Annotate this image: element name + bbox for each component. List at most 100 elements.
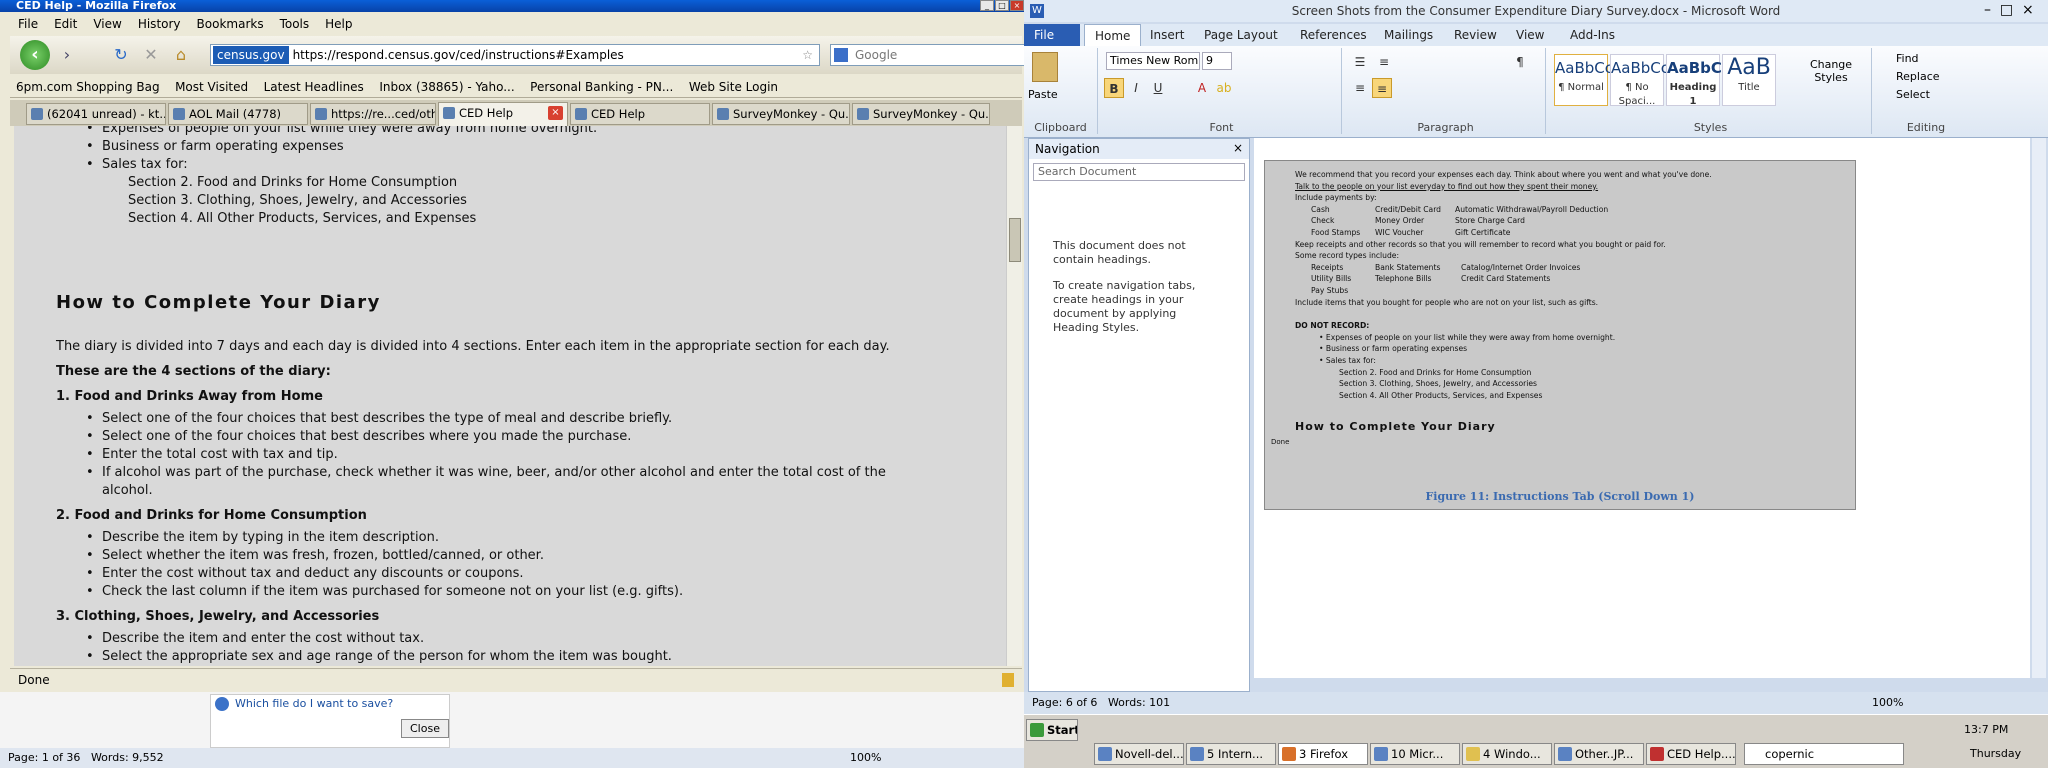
back-icon[interactable]: ‹: [20, 40, 50, 70]
change-styles-button[interactable]: Change Styles: [1796, 58, 1866, 84]
style-no-spacing[interactable]: AaBbCcI ¶ No Spaci...: [1610, 54, 1673, 107]
home-icon[interactable]: ⌂: [170, 44, 192, 66]
underline-icon[interactable]: U: [1148, 78, 1168, 98]
tab-item[interactable]: CED Help: [570, 103, 710, 125]
tab-view[interactable]: View: [1506, 24, 1554, 46]
maximize-button[interactable]: □: [995, 0, 1009, 11]
taskbar-item[interactable]: Novell-del...: [1094, 743, 1184, 765]
taskbar-item[interactable]: 10 Micr...: [1370, 743, 1460, 765]
word-app-icon: W: [1030, 4, 1044, 18]
menu-view[interactable]: View: [85, 14, 129, 34]
help-icon: [215, 697, 229, 711]
tab-item[interactable]: SurveyMonkey - Qu...: [712, 103, 850, 125]
tab-insert[interactable]: Insert: [1140, 24, 1194, 46]
taskbar-item[interactable]: 5 Intern...: [1186, 743, 1276, 765]
word-scrollbar[interactable]: [2032, 138, 2046, 678]
menu-help[interactable]: Help: [317, 14, 360, 34]
help-link[interactable]: Which file do I want to save?: [235, 697, 393, 710]
reload-icon[interactable]: ↻: [110, 44, 132, 66]
style-title[interactable]: AaB Title: [1722, 54, 1776, 106]
minimize-button[interactable]: _: [980, 0, 994, 11]
page-scrollbar[interactable]: [1006, 126, 1022, 666]
menu-edit[interactable]: Edit: [46, 14, 85, 34]
list-item: Select one of the four choices that best…: [14, 410, 984, 428]
align-center-icon[interactable]: ≡: [1372, 78, 1392, 98]
list-item: Enter the total cost with tax and tip.: [14, 446, 984, 464]
word-title: Screen Shots from the Consumer Expenditu…: [1024, 0, 2048, 22]
font-color-icon[interactable]: A: [1192, 78, 1212, 98]
bullets-icon[interactable]: ☰: [1350, 52, 1370, 72]
nav-search-input[interactable]: Search Document: [1033, 163, 1245, 181]
font-name-select[interactable]: Times New Rom: [1106, 52, 1200, 70]
bookmark-item[interactable]: Inbox (38865) - Yaho...: [373, 76, 520, 98]
list-item-cont: alcohol.: [102, 483, 153, 498]
stop-icon[interactable]: ✕: [140, 44, 162, 66]
site-identity[interactable]: census.gov: [213, 46, 289, 64]
tab-item[interactable]: AOL Mail (4778): [168, 103, 308, 125]
bookmark-item[interactable]: 6pm.com Shopping Bag: [10, 76, 166, 98]
menu-tools[interactable]: Tools: [272, 14, 318, 34]
sections-title: These are the 4 sections of the diary:: [56, 364, 331, 379]
bookmark-item[interactable]: Most Visited: [169, 76, 254, 98]
paste-button[interactable]: Paste: [1028, 88, 1058, 101]
firefox-window: CED Help - Mozilla Firefox _ □ × File Edi…: [0, 0, 1026, 768]
taskbar-item[interactable]: Other..JP...: [1554, 743, 1644, 765]
align-left-icon[interactable]: ≡: [1350, 78, 1370, 98]
menu-bookmarks[interactable]: Bookmarks: [189, 14, 272, 34]
tab-strip: (62041 unread) - kt... AOL Mail (4778) h…: [10, 100, 1022, 126]
menu-file[interactable]: File: [10, 14, 46, 34]
highlight-icon[interactable]: ab: [1214, 78, 1234, 98]
close-tab-icon[interactable]: ×: [548, 106, 563, 120]
bold-icon[interactable]: B: [1104, 78, 1124, 98]
numbering-icon[interactable]: ≡: [1374, 52, 1394, 72]
style-heading-1[interactable]: AaBbC(Heading 1: [1666, 54, 1729, 107]
tab-item[interactable]: https://re...ced/other: [310, 103, 436, 125]
close-window-button[interactable]: ×: [1010, 0, 1024, 11]
paste-icon[interactable]: [1032, 52, 1058, 82]
taskbar-item-active[interactable]: 3 Firefox: [1278, 743, 1368, 765]
tab-review[interactable]: Review: [1444, 24, 1507, 46]
close-button[interactable]: Close: [401, 719, 449, 738]
bookmark-item[interactable]: Latest Headlines: [258, 76, 370, 98]
forward-icon[interactable]: ›: [56, 44, 78, 66]
star-icon[interactable]: ☆: [802, 45, 813, 65]
tab-references[interactable]: References: [1290, 24, 1377, 46]
url-bar[interactable]: census.gov https://respond.census.gov/ced…: [210, 44, 820, 66]
tab-favicon-icon: [857, 108, 869, 120]
taskbar-search-input[interactable]: copernic: [1744, 743, 1904, 765]
tab-mailings[interactable]: Mailings: [1374, 24, 1443, 46]
bg-status-bar: Page: 1 of 36 Words: 9,552 100%: [0, 748, 1024, 768]
clock-day: Thursday: [1970, 747, 2022, 760]
pilcrow-icon[interactable]: ¶: [1510, 52, 1530, 72]
close-nav-icon[interactable]: ×: [1233, 141, 1243, 155]
start-button[interactable]: Start: [1026, 719, 1078, 741]
menu-history[interactable]: History: [130, 14, 189, 34]
taskbar-item[interactable]: CED Help....: [1646, 743, 1736, 765]
tab-home[interactable]: Home: [1084, 24, 1142, 46]
list-item: Section 2. Food and Drinks for Home Cons…: [128, 175, 458, 190]
word-window-controls[interactable]: – □ ×: [1984, 2, 2034, 18]
list-item: Business or farm operating expenses: [14, 138, 984, 156]
tab-file[interactable]: File: [1024, 24, 1080, 46]
style-normal[interactable]: AaBbCcI ¶ Normal: [1554, 54, 1617, 106]
tab-item-active[interactable]: CED Help ×: [438, 102, 568, 126]
menu-bar: File Edit View History Bookmarks Tools Help: [10, 14, 1022, 34]
list-item: Select one of the four choices that best…: [14, 428, 984, 446]
tab-page-layout[interactable]: Page Layout: [1194, 24, 1288, 46]
find-button[interactable]: Find: [1896, 52, 1919, 65]
url-text: https://respond.census.gov/ced/instructi…: [292, 48, 624, 62]
taskbar-item[interactable]: 4 Windo...: [1462, 743, 1552, 765]
scrollbar-thumb[interactable]: [1009, 218, 1021, 262]
select-button[interactable]: Select: [1896, 88, 1930, 101]
italic-icon[interactable]: I: [1126, 78, 1146, 98]
tab-favicon-icon: [575, 108, 587, 120]
tab-item[interactable]: SurveyMonkey - Qu...: [852, 103, 990, 125]
bookmark-item[interactable]: Personal Banking - PN...: [524, 76, 679, 98]
replace-button[interactable]: Replace: [1896, 70, 1940, 83]
tab-item[interactable]: (62041 unread) - kt...: [26, 103, 166, 125]
font-size-select[interactable]: 9: [1202, 52, 1232, 70]
bookmark-item[interactable]: Web Site Login: [683, 76, 784, 98]
word-window: Screen Shots from the Consumer Expenditu…: [1024, 0, 2048, 768]
search-input[interactable]: Google: [830, 44, 1026, 66]
tab-add-ins[interactable]: Add-Ins: [1560, 24, 1625, 46]
